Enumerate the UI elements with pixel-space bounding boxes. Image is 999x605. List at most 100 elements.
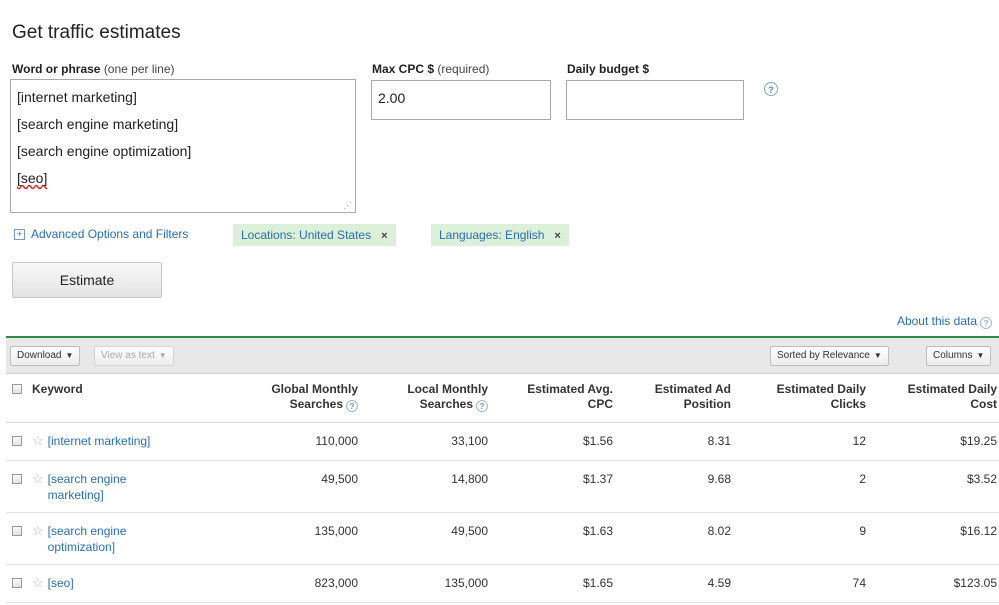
help-icon: ?: [980, 317, 992, 329]
header-clicks-line1: Estimated Daily: [776, 382, 866, 396]
avg-cpc-cell: $1.37: [582, 471, 613, 486]
star-icon[interactable]: ☆: [32, 575, 44, 591]
help-icon[interactable]: ?: [764, 82, 778, 96]
header-global-line2: Searches: [289, 397, 343, 411]
keyword-link[interactable]: [internet marketing]: [48, 433, 151, 449]
daily-clicks-cell: 2: [859, 471, 866, 486]
keyword-line: [search engine marketing]: [17, 116, 179, 132]
keyword-text: [seo]: [47, 575, 74, 590]
header-keyword[interactable]: Keyword: [28, 374, 236, 422]
star-icon[interactable]: ☆: [32, 471, 44, 487]
advanced-options-link[interactable]: + Advanced Options and Filters: [14, 227, 188, 241]
header-ad-position[interactable]: Estimated Ad Position: [621, 374, 739, 422]
keyword-text-line2: optimization]: [47, 539, 116, 554]
word-or-phrase-label: Word or phrase (one per line): [12, 62, 175, 76]
results-toolbar: Download ▼ View as text ▼ Sorted by Releva…: [6, 338, 999, 374]
header-clicks-line2: Clicks: [830, 397, 866, 411]
estimate-button[interactable]: Estimate: [12, 262, 162, 298]
language-filter-chip[interactable]: Languages: English ×: [431, 224, 569, 246]
columns-label: Columns: [933, 350, 973, 361]
avg-cpc-cell: $1.63: [582, 523, 613, 538]
select-all-cell: [6, 374, 28, 422]
avg-cpc-cell: $1.56: [582, 433, 613, 448]
max-cpc-label: Max CPC $ (required): [372, 62, 489, 76]
keyword-link[interactable]: [search engine marketing]: [48, 471, 127, 503]
view-as-text-label: View as text: [101, 350, 155, 361]
chevron-down-icon: ▼: [873, 351, 882, 360]
max-cpc-input[interactable]: 2.00: [371, 80, 551, 120]
row-checkbox[interactable]: [12, 525, 22, 536]
view-as-text-button: View as text ▼: [94, 346, 174, 366]
header-avg-cpc[interactable]: Estimated Avg. CPC: [496, 374, 621, 422]
local-searches-cell: 33,100: [451, 433, 488, 448]
keyword-line: [seo]: [17, 165, 349, 192]
global-searches-cell: 110,000: [315, 433, 359, 448]
table-row: ☆ [search engine marketing] 49,500 14,800 …: [6, 460, 999, 512]
header-cpc-line2: CPC: [587, 397, 613, 411]
avg-cpc-cell: $1.65: [582, 575, 613, 590]
header-cpc-line1: Estimated Avg.: [527, 382, 613, 396]
header-pos-line1: Estimated Ad: [654, 382, 731, 396]
row-checkbox[interactable]: [12, 577, 22, 588]
daily-clicks-cell: 9: [859, 523, 866, 538]
header-cost-line2: Cost: [970, 397, 997, 411]
daily-budget-label: Daily budget $: [567, 62, 650, 76]
header-daily-cost[interactable]: Estimated Daily Cost: [874, 374, 999, 422]
download-button[interactable]: Download ▼: [10, 346, 81, 366]
keyword-line-seo: [seo]: [17, 170, 48, 186]
daily-clicks-cell: 12: [852, 433, 866, 448]
language-chip-label: Languages: English: [439, 228, 545, 242]
star-icon[interactable]: ☆: [32, 523, 44, 539]
ad-position-cell: 4.59: [707, 575, 731, 590]
keyword-link[interactable]: [search engine optimization]: [48, 523, 127, 555]
expand-plus-icon: +: [14, 229, 25, 240]
global-searches-cell: 135,000: [314, 523, 358, 538]
row-select-cell: [6, 422, 28, 460]
header-local-searches[interactable]: Local Monthly Searches?: [366, 374, 496, 422]
sort-dropdown[interactable]: Sorted by Relevance ▼: [770, 346, 889, 366]
header-global-line1: Global Monthly: [271, 382, 358, 396]
keyword-text-line1: [search engine: [47, 523, 127, 538]
keyword-text: [internet marketing]: [47, 433, 151, 448]
table-row: ☆ [internet marketing] 110,000 33,100 $1.…: [6, 422, 999, 460]
remove-language-icon[interactable]: ×: [554, 230, 560, 242]
daily-cost-cell: $123.05: [953, 575, 997, 590]
header-cost-line1: Estimated Daily: [907, 382, 997, 396]
keyword-cell: ☆ [seo]: [28, 564, 236, 602]
max-cpc-label-main: Max CPC $: [372, 62, 435, 76]
results-table: Keyword Global Monthly Searches? Local Mo…: [6, 374, 999, 603]
table-row: ☆ [seo] 823,000 135,000 $1.65 4.59 74 $12…: [6, 564, 999, 602]
word-label-sub: (one per line): [103, 62, 175, 76]
remove-location-icon[interactable]: ×: [381, 230, 387, 242]
chevron-down-icon: ▼: [158, 351, 167, 360]
select-all-checkbox[interactable]: [12, 384, 22, 394]
row-checkbox[interactable]: [12, 473, 22, 484]
keyword-cell: ☆ [search engine marketing]: [28, 460, 236, 512]
header-local-line1: Local Monthly: [407, 382, 488, 396]
header-daily-clicks[interactable]: Estimated Daily Clicks: [739, 374, 874, 422]
keyword-textarea[interactable]: [internet marketing] [search engine mark…: [10, 79, 356, 213]
daily-cost-cell: $19.25: [960, 433, 997, 448]
row-select-cell: [6, 460, 28, 512]
local-searches-cell: 135,000: [444, 575, 488, 590]
local-searches-cell: 14,800: [451, 471, 488, 486]
help-icon[interactable]: ?: [346, 400, 358, 412]
header-global-searches[interactable]: Global Monthly Searches?: [236, 374, 366, 422]
row-checkbox[interactable]: [12, 435, 22, 446]
keyword-cell: ☆ [search engine optimization]: [28, 512, 236, 564]
about-this-data-link[interactable]: About this data?: [897, 314, 992, 329]
resize-handle-icon[interactable]: ⋰: [343, 201, 352, 210]
chevron-down-icon: ▼: [65, 351, 74, 360]
help-icon[interactable]: ?: [476, 400, 488, 412]
chevron-down-icon: ▼: [976, 351, 985, 360]
location-filter-chip[interactable]: Locations: United States ×: [233, 224, 396, 246]
global-searches-cell: 49,500: [321, 471, 358, 486]
local-searches-cell: 49,500: [451, 523, 488, 538]
keyword-text-line2: marketing]: [47, 487, 104, 502]
columns-dropdown[interactable]: Columns ▼: [926, 346, 992, 366]
table-header-row: Keyword Global Monthly Searches? Local Mo…: [6, 374, 999, 422]
keyword-link[interactable]: [seo]: [48, 575, 74, 591]
keyword-text-line1: [search engine: [47, 471, 127, 486]
daily-budget-input[interactable]: [566, 80, 744, 120]
star-icon[interactable]: ☆: [32, 433, 44, 449]
